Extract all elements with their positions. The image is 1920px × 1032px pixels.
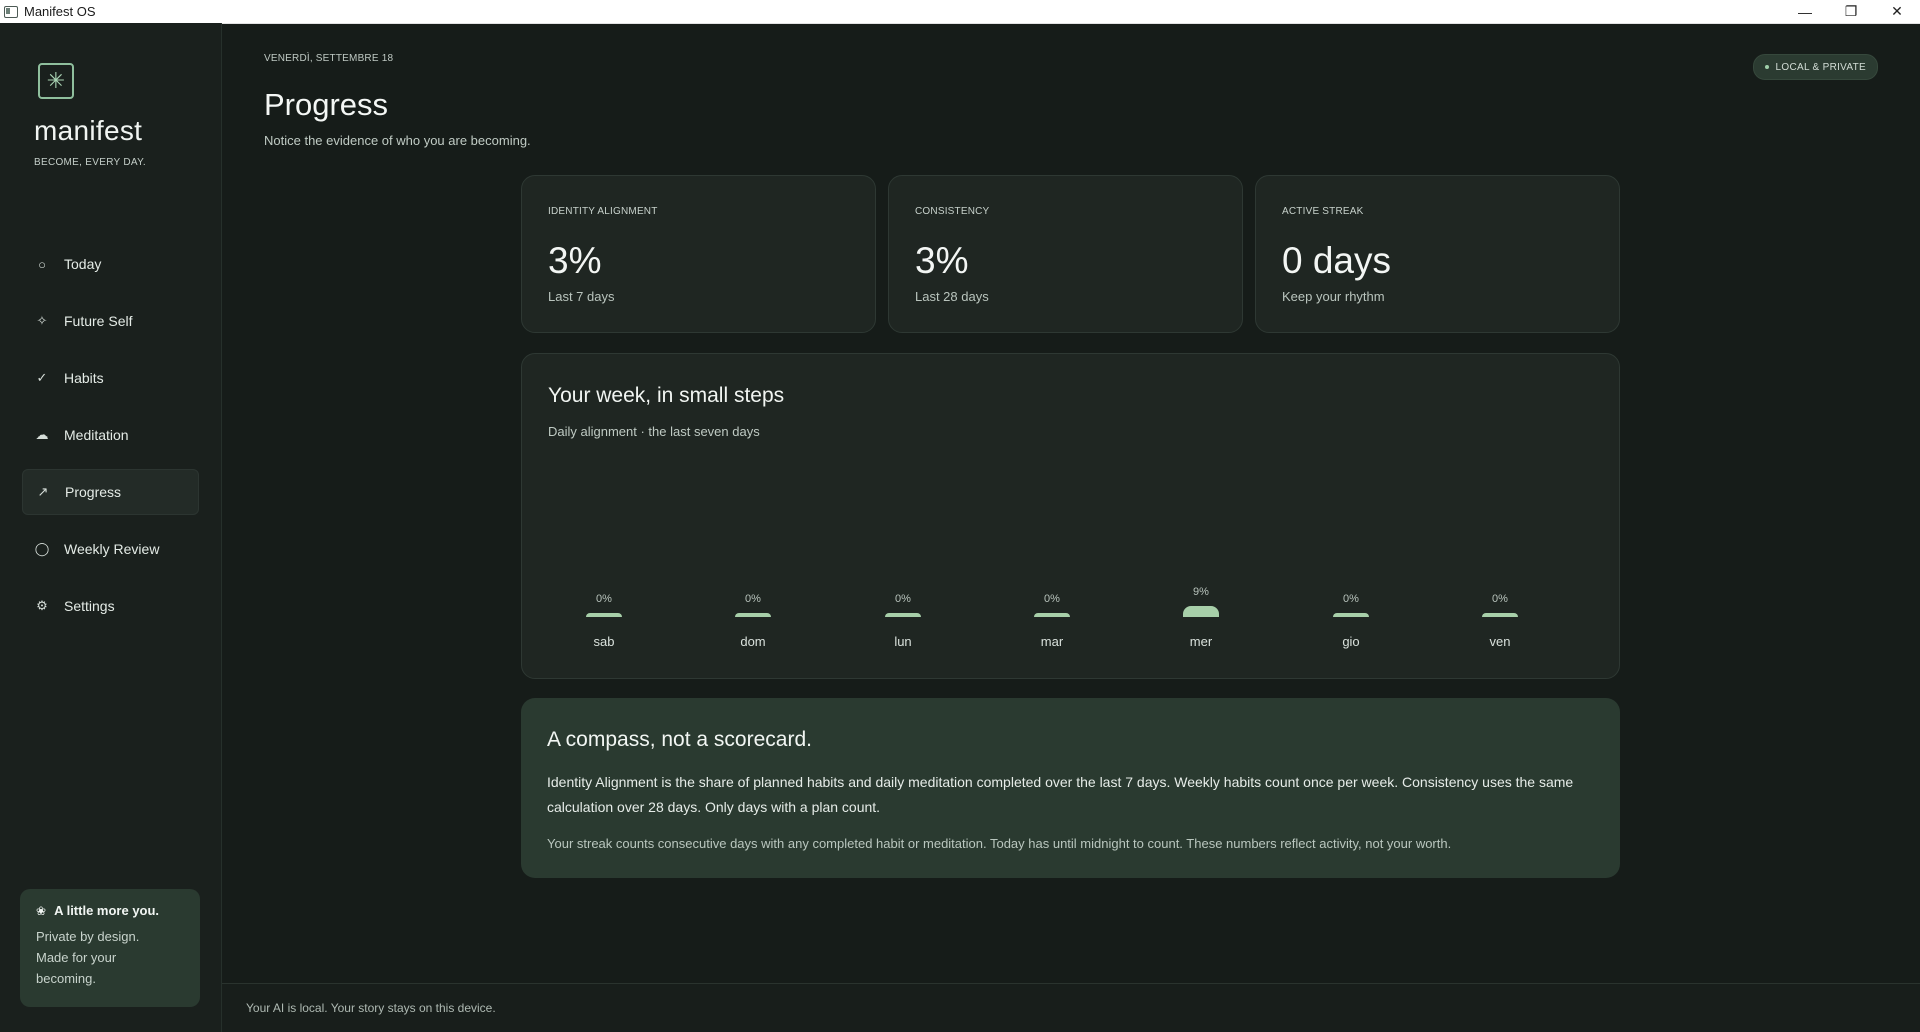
title-bar: Manifest OS — ❐ ✕ <box>0 0 1920 24</box>
stat-card-identity-alignment: IDENTITY ALIGNMENT 3% Last 7 days <box>521 175 876 333</box>
privacy-card-title: A little more you. <box>54 903 160 918</box>
stat-sub: Keep your rhythm <box>1282 289 1385 304</box>
chart-bar <box>1183 606 1219 617</box>
chart-category-label: gio <box>1342 634 1360 649</box>
chart-category-label: dom <box>740 634 766 649</box>
chart-data-label: 0% <box>1044 593 1060 605</box>
main-content: VENERDÌ, SETTEMBRE 18 Progress Notice th… <box>222 23 1920 983</box>
chart-bar <box>1333 613 1369 617</box>
current-date: VENERDÌ, SETTEMBRE 18 <box>264 53 394 64</box>
explanation-paragraph: Identity Alignment is the share of plann… <box>547 774 1574 815</box>
sidebar-nav: ○ Today ✧ Future Self ✓ Habits ☁ Meditation ↗ Pro… <box>22 241 199 640</box>
sidebar-item-settings[interactable]: ⚙ Settings <box>22 583 199 629</box>
weekly-chart-card: Your week, in small steps Daily alignmen… <box>521 353 1620 679</box>
sidebar-item-progress[interactable]: ↗ Progress <box>22 469 199 515</box>
chart-category-label: lun <box>894 634 912 649</box>
sidebar-item-future-self[interactable]: ✧ Future Self <box>22 298 199 344</box>
stat-sub: Last 28 days <box>915 289 989 304</box>
sidebar-item-habits[interactable]: ✓ Habits <box>22 355 199 401</box>
stat-card-active-streak: ACTIVE STREAK 0 days Keep your rhythm <box>1255 175 1620 333</box>
sidebar-item-label: Progress <box>65 484 122 500</box>
chart-bar <box>1034 613 1070 617</box>
page-title: Progress <box>264 87 389 122</box>
minimize-icon[interactable]: — <box>1782 0 1828 23</box>
chart-bar <box>885 613 921 617</box>
stat-sub: Last 7 days <box>548 289 615 304</box>
sidebar-item-label: Future Self <box>64 313 133 329</box>
check-icon: ✓ <box>36 370 48 385</box>
weekly-chart-title: Your week, in small steps <box>548 384 785 407</box>
sidebar-item-label: Settings <box>64 598 115 614</box>
stat-card-consistency: CONSISTENCY 3% Last 28 days <box>888 175 1243 333</box>
sprout-icon: ❀ <box>36 903 47 918</box>
sidebar-item-label: Habits <box>64 370 104 386</box>
chart-category-label: ven <box>1489 634 1511 649</box>
brand-tagline: BECOME, EVERY DAY. <box>34 157 146 168</box>
chart-data-label: 0% <box>1492 593 1508 605</box>
page-subtitle: Notice the evidence of who you are becom… <box>264 133 531 148</box>
stat-label: ACTIVE STREAK <box>1282 206 1364 217</box>
privacy-card-body: Private by design. Made for your becomin… <box>36 929 140 986</box>
stat-label: CONSISTENCY <box>915 206 990 217</box>
circle-icon: ○ <box>38 256 46 272</box>
stat-value: 3% <box>915 240 969 281</box>
explanation-card: A compass, not a scorecard. Identity Ali… <box>521 698 1620 878</box>
chart-bar <box>735 613 771 617</box>
stat-value: 3% <box>548 240 602 281</box>
sidebar-item-today[interactable]: ○ Today <box>22 241 199 287</box>
cloud-icon: ☁ <box>35 427 49 442</box>
chart-category-label: sab <box>593 634 615 649</box>
privacy-badge-label: LOCAL & PRIVATE <box>1775 61 1866 73</box>
refresh-icon: ◯ <box>34 541 50 556</box>
close-icon[interactable]: ✕ <box>1874 0 1920 23</box>
status-footer: Your AI is local. Your story stays on th… <box>222 983 1920 1032</box>
stat-value: 0 days <box>1282 240 1392 281</box>
chart-bar <box>1482 613 1518 617</box>
sidebar-item-meditation[interactable]: ☁ Meditation <box>22 412 199 458</box>
chart-data-label: 0% <box>1343 593 1359 605</box>
brand-name: manifest <box>34 115 143 146</box>
logo-asterisk-icon: ✳ <box>38 63 74 99</box>
status-dot-icon <box>1764 65 1769 69</box>
sidebar-item-label: Meditation <box>64 427 129 443</box>
stat-label: IDENTITY ALIGNMENT <box>548 206 658 217</box>
explanation-note: Your streak counts consecutive days with… <box>547 836 1452 851</box>
gear-icon: ⚙ <box>36 598 48 613</box>
chart-data-label: 9% <box>1193 586 1209 599</box>
privacy-badge: LOCAL & PRIVATE <box>1752 54 1878 80</box>
chart-data-label: 0% <box>895 593 911 605</box>
weekly-chart-subtitle: Daily alignment · the last seven days <box>548 424 760 439</box>
sidebar-item-label: Today <box>64 256 102 272</box>
sidebar: ✳ manifest BECOME, EVERY DAY. ○ Today ✧ Fut… <box>0 23 222 1032</box>
chart-data-label: 0% <box>745 593 761 605</box>
trend-arrow-icon: ↗ <box>37 484 49 499</box>
sidebar-item-weekly-review[interactable]: ◯ Weekly Review <box>22 526 199 572</box>
privacy-card: ❀ A little more you. Private by design. M… <box>20 889 200 1007</box>
app-icon <box>4 5 18 18</box>
chart-category-label: mar <box>1040 634 1064 649</box>
sparkle-icon: ✧ <box>36 313 48 328</box>
chart-data-label: 0% <box>596 593 612 605</box>
restore-icon[interactable]: ❐ <box>1828 0 1874 23</box>
explanation-title: A compass, not a scorecard. <box>547 728 812 751</box>
chart-category-label: mer <box>1189 634 1213 649</box>
chart-bar <box>586 613 622 617</box>
sidebar-item-label: Weekly Review <box>64 541 160 557</box>
window-title: Manifest OS <box>24 4 96 19</box>
